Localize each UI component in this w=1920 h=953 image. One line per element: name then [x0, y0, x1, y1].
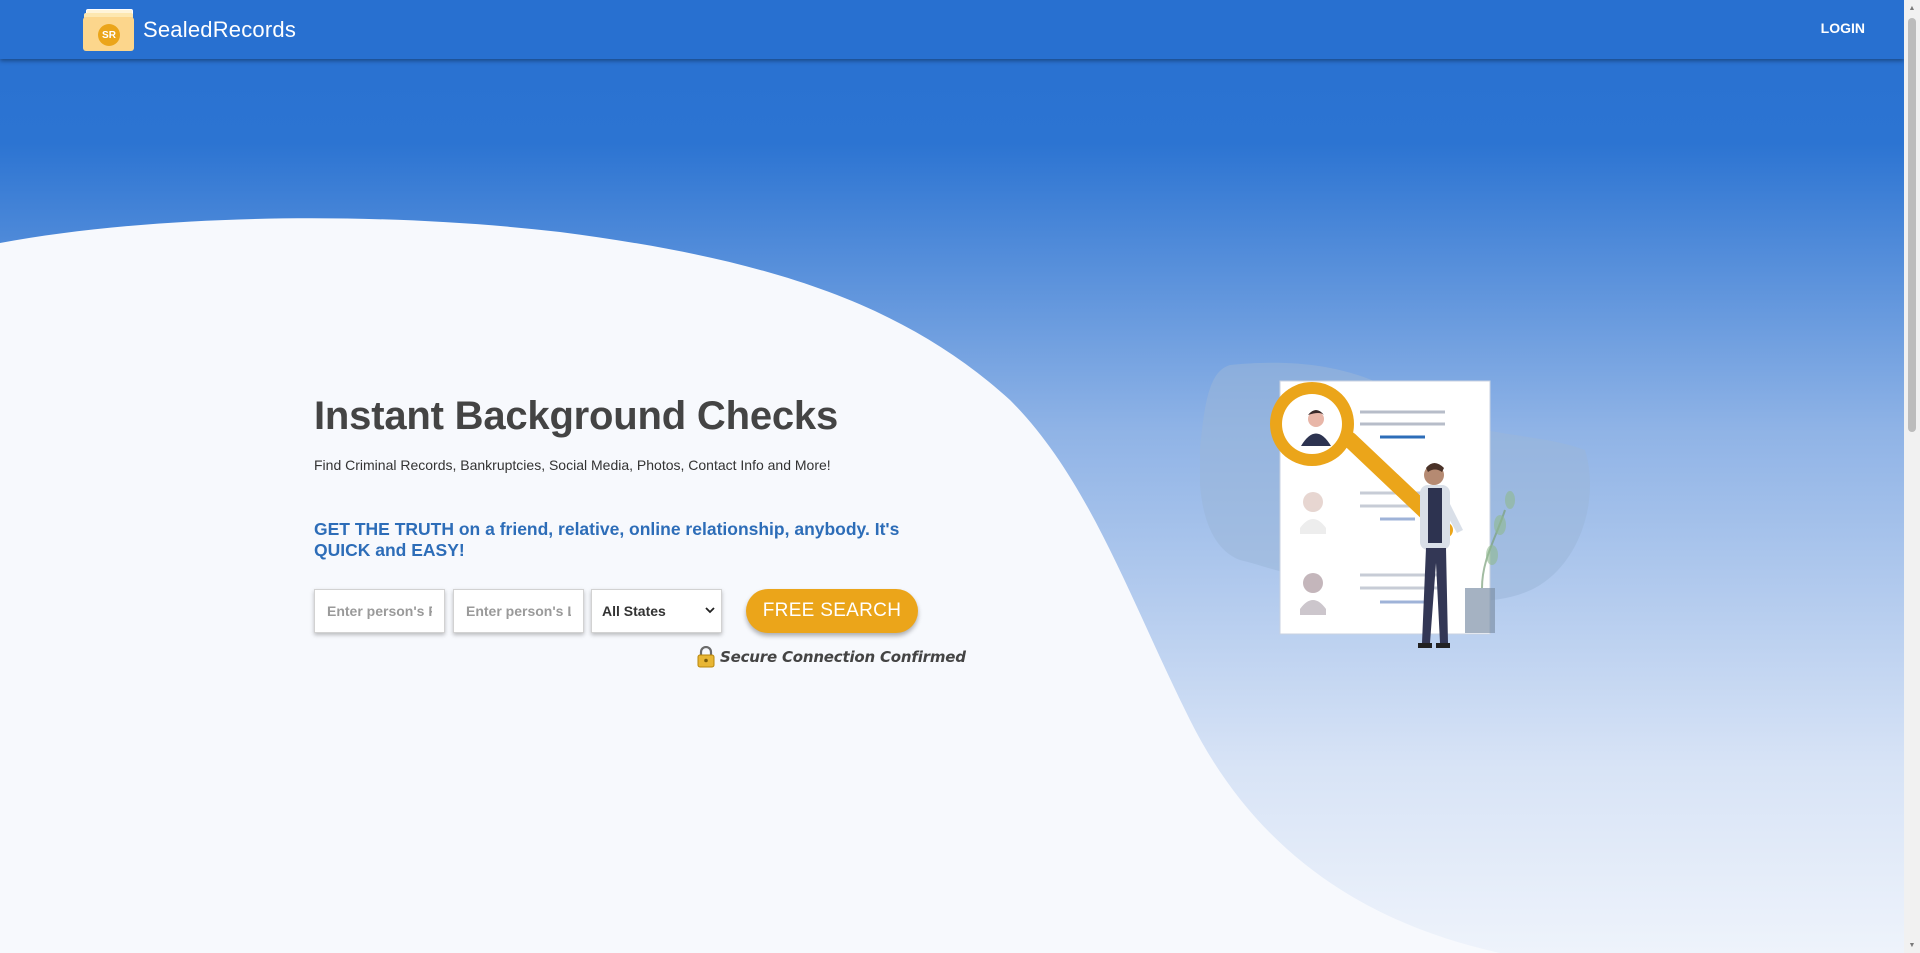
hero-section: Instant Background Checks Find Criminal … — [314, 394, 974, 561]
padlock-icon — [697, 646, 715, 668]
background-check-illustration — [1200, 362, 1590, 648]
login-link[interactable]: LOGIN — [1821, 20, 1865, 36]
hero-subtitle: Find Criminal Records, Bankruptcies, Soc… — [314, 457, 831, 473]
scroll-thumb[interactable] — [1908, 18, 1916, 432]
page-scrollbar[interactable]: ▲ ▼ — [1904, 0, 1920, 953]
brand-name: SealedRecords — [143, 17, 297, 42]
brand-logo-link[interactable]: SR SealedRecords — [83, 9, 296, 51]
scroll-up-arrow-icon[interactable]: ▲ — [1904, 0, 1920, 16]
state-select[interactable]: All States — [591, 589, 722, 633]
logo-initials: SR — [98, 24, 120, 46]
free-search-button[interactable]: FREE SEARCH — [746, 589, 918, 633]
first-name-input[interactable] — [314, 589, 445, 633]
records-logo-icon: SR — [83, 9, 134, 51]
secure-connection-text: Secure Connection Confirmed — [720, 648, 966, 666]
page-title: Instant Background Checks — [314, 394, 839, 438]
hero-tagline: GET THE TRUTH on a friend, relative, onl… — [314, 519, 900, 560]
scroll-down-arrow-icon[interactable]: ▼ — [1904, 937, 1920, 953]
top-navbar: SR SealedRecords LOGIN — [0, 0, 1904, 59]
last-name-input[interactable] — [453, 589, 584, 633]
secure-connection-note: Secure Connection Confirmed — [697, 646, 966, 668]
plant-pot — [1465, 588, 1495, 633]
